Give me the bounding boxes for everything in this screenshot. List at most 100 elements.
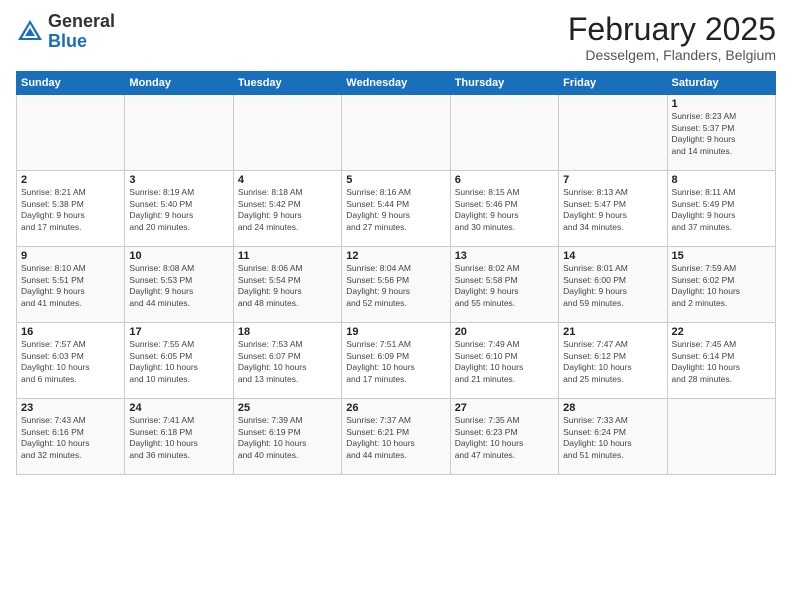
calendar-cell: 9Sunrise: 8:10 AM Sunset: 5:51 PM Daylig… <box>17 247 125 323</box>
calendar-cell: 12Sunrise: 8:04 AM Sunset: 5:56 PM Dayli… <box>342 247 450 323</box>
day-number: 24 <box>129 402 228 414</box>
day-number: 15 <box>672 250 771 262</box>
day-info: Sunrise: 7:37 AM Sunset: 6:21 PM Dayligh… <box>346 415 445 461</box>
logo-icon <box>16 18 44 46</box>
calendar-cell: 20Sunrise: 7:49 AM Sunset: 6:10 PM Dayli… <box>450 323 558 399</box>
calendar-cell: 11Sunrise: 8:06 AM Sunset: 5:54 PM Dayli… <box>233 247 341 323</box>
day-info: Sunrise: 8:13 AM Sunset: 5:47 PM Dayligh… <box>563 187 662 233</box>
day-number: 13 <box>455 250 554 262</box>
day-info: Sunrise: 7:41 AM Sunset: 6:18 PM Dayligh… <box>129 415 228 461</box>
calendar-cell: 18Sunrise: 7:53 AM Sunset: 6:07 PM Dayli… <box>233 323 341 399</box>
day-number: 7 <box>563 174 662 186</box>
header: General Blue February 2025 Desselgem, Fl… <box>16 12 776 63</box>
day-number: 18 <box>238 326 337 338</box>
day-info: Sunrise: 7:35 AM Sunset: 6:23 PM Dayligh… <box>455 415 554 461</box>
day-number: 25 <box>238 402 337 414</box>
calendar-cell: 2Sunrise: 8:21 AM Sunset: 5:38 PM Daylig… <box>17 171 125 247</box>
day-info: Sunrise: 7:33 AM Sunset: 6:24 PM Dayligh… <box>563 415 662 461</box>
calendar-cell <box>125 95 233 171</box>
day-number: 14 <box>563 250 662 262</box>
day-number: 17 <box>129 326 228 338</box>
day-info: Sunrise: 7:53 AM Sunset: 6:07 PM Dayligh… <box>238 339 337 385</box>
calendar-cell: 22Sunrise: 7:45 AM Sunset: 6:14 PM Dayli… <box>667 323 775 399</box>
day-info: Sunrise: 8:15 AM Sunset: 5:46 PM Dayligh… <box>455 187 554 233</box>
day-number: 21 <box>563 326 662 338</box>
calendar-cell: 1Sunrise: 8:23 AM Sunset: 5:37 PM Daylig… <box>667 95 775 171</box>
day-number: 1 <box>672 98 771 110</box>
day-info: Sunrise: 7:47 AM Sunset: 6:12 PM Dayligh… <box>563 339 662 385</box>
day-number: 12 <box>346 250 445 262</box>
calendar-cell <box>233 95 341 171</box>
header-row: Sunday Monday Tuesday Wednesday Thursday… <box>17 72 776 95</box>
month-year-title: February 2025 <box>568 12 776 47</box>
day-number: 4 <box>238 174 337 186</box>
day-number: 8 <box>672 174 771 186</box>
col-wednesday: Wednesday <box>342 72 450 95</box>
calendar-cell <box>17 95 125 171</box>
calendar-cell: 3Sunrise: 8:19 AM Sunset: 5:40 PM Daylig… <box>125 171 233 247</box>
calendar-cell: 19Sunrise: 7:51 AM Sunset: 6:09 PM Dayli… <box>342 323 450 399</box>
day-info: Sunrise: 8:04 AM Sunset: 5:56 PM Dayligh… <box>346 263 445 309</box>
calendar-week-2: 2Sunrise: 8:21 AM Sunset: 5:38 PM Daylig… <box>17 171 776 247</box>
day-info: Sunrise: 8:02 AM Sunset: 5:58 PM Dayligh… <box>455 263 554 309</box>
day-info: Sunrise: 8:01 AM Sunset: 6:00 PM Dayligh… <box>563 263 662 309</box>
location-subtitle: Desselgem, Flanders, Belgium <box>568 47 776 63</box>
calendar-cell <box>667 399 775 475</box>
day-number: 22 <box>672 326 771 338</box>
day-number: 3 <box>129 174 228 186</box>
day-info: Sunrise: 8:23 AM Sunset: 5:37 PM Dayligh… <box>672 111 771 157</box>
day-info: Sunrise: 8:06 AM Sunset: 5:54 PM Dayligh… <box>238 263 337 309</box>
col-sunday: Sunday <box>17 72 125 95</box>
col-friday: Friday <box>559 72 667 95</box>
calendar-week-3: 9Sunrise: 8:10 AM Sunset: 5:51 PM Daylig… <box>17 247 776 323</box>
day-number: 6 <box>455 174 554 186</box>
calendar-cell: 8Sunrise: 8:11 AM Sunset: 5:49 PM Daylig… <box>667 171 775 247</box>
calendar-cell <box>342 95 450 171</box>
day-number: 26 <box>346 402 445 414</box>
calendar-cell: 16Sunrise: 7:57 AM Sunset: 6:03 PM Dayli… <box>17 323 125 399</box>
col-monday: Monday <box>125 72 233 95</box>
calendar-cell: 13Sunrise: 8:02 AM Sunset: 5:58 PM Dayli… <box>450 247 558 323</box>
day-info: Sunrise: 8:10 AM Sunset: 5:51 PM Dayligh… <box>21 263 120 309</box>
calendar-cell: 17Sunrise: 7:55 AM Sunset: 6:05 PM Dayli… <box>125 323 233 399</box>
logo: General Blue <box>16 12 115 52</box>
calendar-cell: 5Sunrise: 8:16 AM Sunset: 5:44 PM Daylig… <box>342 171 450 247</box>
calendar-cell: 14Sunrise: 8:01 AM Sunset: 6:00 PM Dayli… <box>559 247 667 323</box>
calendar-cell: 6Sunrise: 8:15 AM Sunset: 5:46 PM Daylig… <box>450 171 558 247</box>
day-info: Sunrise: 7:39 AM Sunset: 6:19 PM Dayligh… <box>238 415 337 461</box>
calendar-cell: 7Sunrise: 8:13 AM Sunset: 5:47 PM Daylig… <box>559 171 667 247</box>
calendar-week-5: 23Sunrise: 7:43 AM Sunset: 6:16 PM Dayli… <box>17 399 776 475</box>
day-number: 28 <box>563 402 662 414</box>
day-number: 9 <box>21 250 120 262</box>
logo-general: General <box>48 11 115 31</box>
day-info: Sunrise: 7:49 AM Sunset: 6:10 PM Dayligh… <box>455 339 554 385</box>
calendar-cell: 28Sunrise: 7:33 AM Sunset: 6:24 PM Dayli… <box>559 399 667 475</box>
calendar-cell: 25Sunrise: 7:39 AM Sunset: 6:19 PM Dayli… <box>233 399 341 475</box>
title-block: February 2025 Desselgem, Flanders, Belgi… <box>568 12 776 63</box>
calendar-cell: 27Sunrise: 7:35 AM Sunset: 6:23 PM Dayli… <box>450 399 558 475</box>
calendar-cell <box>450 95 558 171</box>
day-number: 23 <box>21 402 120 414</box>
calendar-cell: 15Sunrise: 7:59 AM Sunset: 6:02 PM Dayli… <box>667 247 775 323</box>
logo-text: General Blue <box>48 12 115 52</box>
calendar-table: Sunday Monday Tuesday Wednesday Thursday… <box>16 71 776 475</box>
day-info: Sunrise: 8:18 AM Sunset: 5:42 PM Dayligh… <box>238 187 337 233</box>
page: General Blue February 2025 Desselgem, Fl… <box>0 0 792 612</box>
day-number: 20 <box>455 326 554 338</box>
day-info: Sunrise: 8:21 AM Sunset: 5:38 PM Dayligh… <box>21 187 120 233</box>
day-info: Sunrise: 8:16 AM Sunset: 5:44 PM Dayligh… <box>346 187 445 233</box>
calendar-cell: 23Sunrise: 7:43 AM Sunset: 6:16 PM Dayli… <box>17 399 125 475</box>
day-info: Sunrise: 7:57 AM Sunset: 6:03 PM Dayligh… <box>21 339 120 385</box>
day-info: Sunrise: 7:43 AM Sunset: 6:16 PM Dayligh… <box>21 415 120 461</box>
day-number: 19 <box>346 326 445 338</box>
calendar-cell: 26Sunrise: 7:37 AM Sunset: 6:21 PM Dayli… <box>342 399 450 475</box>
day-number: 10 <box>129 250 228 262</box>
day-number: 2 <box>21 174 120 186</box>
col-thursday: Thursday <box>450 72 558 95</box>
day-info: Sunrise: 8:19 AM Sunset: 5:40 PM Dayligh… <box>129 187 228 233</box>
day-number: 5 <box>346 174 445 186</box>
calendar-cell: 10Sunrise: 8:08 AM Sunset: 5:53 PM Dayli… <box>125 247 233 323</box>
day-info: Sunrise: 7:55 AM Sunset: 6:05 PM Dayligh… <box>129 339 228 385</box>
day-info: Sunrise: 7:59 AM Sunset: 6:02 PM Dayligh… <box>672 263 771 309</box>
logo-blue: Blue <box>48 31 87 51</box>
